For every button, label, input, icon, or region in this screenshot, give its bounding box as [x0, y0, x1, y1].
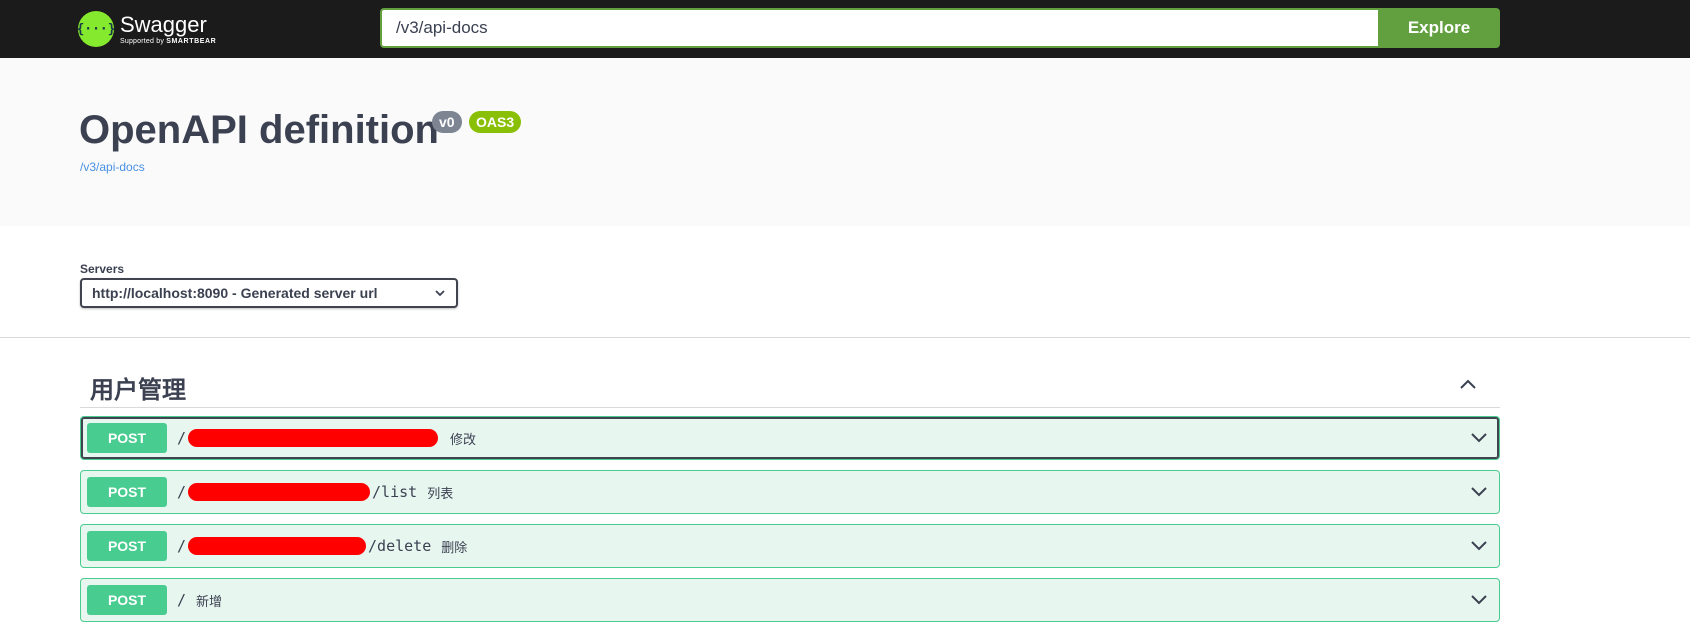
tag-header[interactable]: 用户管理	[80, 362, 1500, 408]
topbar: {···} Swagger Supported by SMARTBEAR Exp…	[0, 0, 1690, 58]
logo-title: Swagger	[120, 12, 207, 37]
swagger-logo-icon: {···}	[76, 11, 116, 47]
swagger-logo[interactable]: {···} Swagger Supported by SMARTBEAR	[76, 8, 216, 50]
operation-row[interactable]: POST / /delete 删除	[80, 524, 1500, 568]
logo-sub-prefix: Supported by	[120, 38, 167, 45]
servers-section: Servers http://localhost:8090 - Generate…	[0, 226, 1690, 338]
chevron-down-icon[interactable]	[1469, 593, 1489, 607]
chevron-down-icon[interactable]	[1469, 539, 1489, 553]
api-url-input[interactable]	[380, 8, 1378, 48]
servers-select[interactable]: http://localhost:8090 - Generated server…	[80, 278, 458, 308]
operation-summary: 新增	[196, 594, 223, 610]
chevron-down-icon[interactable]	[1469, 485, 1489, 499]
operations-section: 用户管理 POST / 修改 POST / /list 列表 POST / /d…	[0, 338, 1690, 622]
logo-text: Swagger Supported by SMARTBEAR	[120, 12, 216, 46]
servers-selected-value: http://localhost:8090 - Generated server…	[92, 285, 378, 301]
path-suffix: /list	[372, 483, 418, 501]
method-badge: POST	[87, 423, 167, 453]
chevron-down-icon[interactable]	[1469, 431, 1489, 445]
redaction-mark	[188, 537, 367, 555]
operation-path: / /list	[177, 483, 417, 501]
servers-label: Servers	[80, 262, 125, 276]
path-prefix: /	[177, 483, 187, 501]
chevron-down-icon	[435, 290, 445, 297]
operation-row[interactable]: POST / 修改	[80, 416, 1500, 460]
operation-path: /	[177, 429, 440, 447]
operation-row[interactable]: POST / 新增	[80, 578, 1500, 622]
redaction-mark	[188, 483, 371, 501]
chevron-up-icon[interactable]	[1458, 377, 1478, 391]
operation-summary: 修改	[450, 432, 477, 448]
explore-button[interactable]: Explore	[1378, 8, 1500, 48]
path-prefix: /	[177, 537, 187, 555]
redaction-mark	[188, 429, 439, 447]
logo-subtitle: Supported by SMARTBEAR	[120, 38, 216, 45]
operation-summary: 列表	[427, 486, 454, 502]
path-suffix: /delete	[368, 537, 432, 555]
version-badge: v0	[432, 111, 462, 133]
operation-path: / /delete	[177, 537, 431, 555]
method-badge: POST	[87, 531, 167, 561]
method-badge: POST	[87, 477, 167, 507]
path-prefix: /	[177, 429, 187, 447]
operation-path: /	[177, 591, 186, 609]
path-prefix: /	[177, 591, 187, 609]
oas-badge: OAS3	[469, 111, 522, 133]
page-title: OpenAPI definition	[79, 108, 439, 152]
logo-sub-brand: SMARTBEAR	[166, 38, 217, 45]
tag-title: 用户管理	[90, 376, 186, 404]
operation-summary: 删除	[441, 540, 468, 556]
method-badge: POST	[87, 585, 167, 615]
api-docs-link[interactable]: /v3/api-docs	[80, 160, 145, 174]
info-section: OpenAPI definition v0 OAS3 /v3/api-docs	[0, 58, 1690, 226]
operation-row[interactable]: POST / /list 列表	[80, 470, 1500, 514]
